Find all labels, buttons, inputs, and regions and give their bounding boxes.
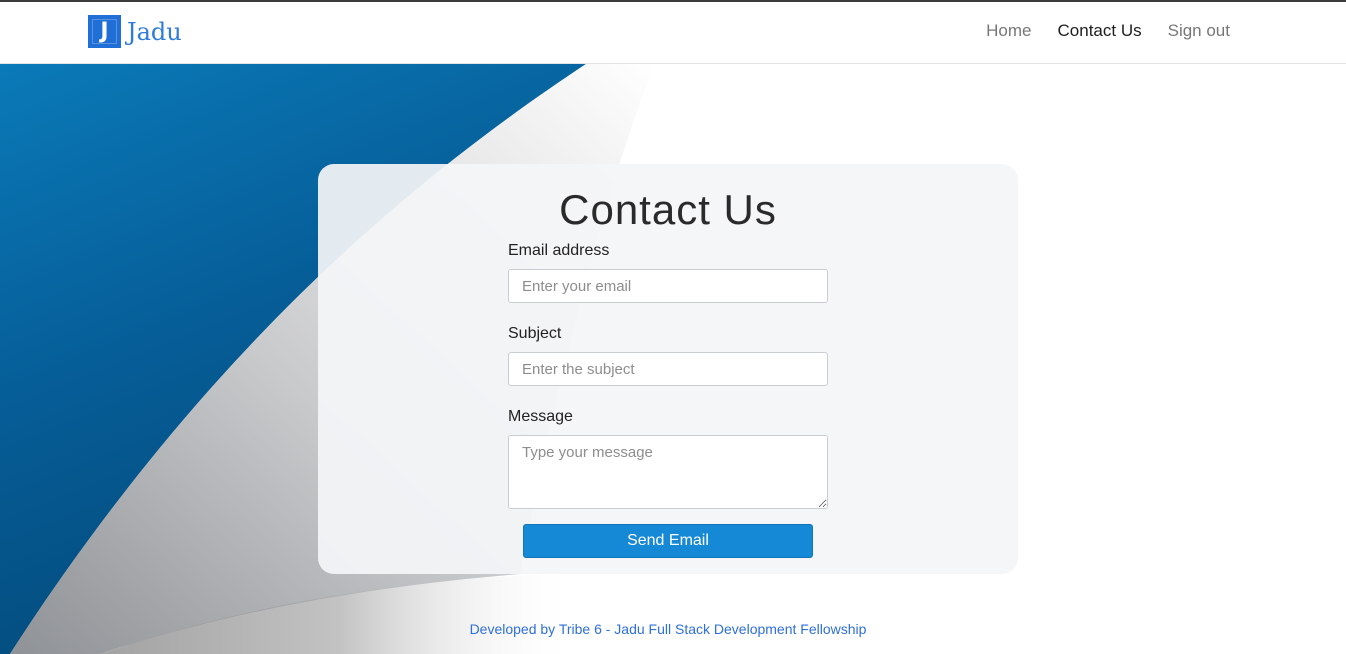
email-field[interactable] bbox=[508, 269, 828, 303]
brand-name: Jadu bbox=[127, 17, 182, 46]
message-field[interactable] bbox=[508, 435, 828, 509]
jadu-logo-icon: J bbox=[88, 15, 121, 48]
subject-field[interactable] bbox=[508, 352, 828, 386]
navbar: J Jadu Home Contact Us Sign out bbox=[0, 2, 1346, 64]
message-label: Message bbox=[508, 408, 573, 425]
contact-form: Email address Subject Message Send Email bbox=[508, 242, 828, 558]
page-title: Contact Us bbox=[559, 186, 777, 233]
email-label: Email address bbox=[508, 242, 610, 259]
brand-link[interactable]: J Jadu bbox=[88, 15, 182, 48]
nav-links: Home Contact Us Sign out bbox=[986, 21, 1230, 41]
send-email-button[interactable]: Send Email bbox=[523, 524, 813, 558]
nav-home-link[interactable]: Home bbox=[986, 21, 1031, 41]
nav-contact-us-link[interactable]: Contact Us bbox=[1058, 21, 1142, 41]
footer-credit: Developed by Tribe 6 - Jadu Full Stack D… bbox=[469, 621, 867, 637]
subject-label: Subject bbox=[508, 325, 562, 342]
footer: Developed by Tribe 6 - Jadu Full Stack D… bbox=[0, 621, 1336, 637]
nav-sign-out-link[interactable]: Sign out bbox=[1168, 21, 1230, 41]
